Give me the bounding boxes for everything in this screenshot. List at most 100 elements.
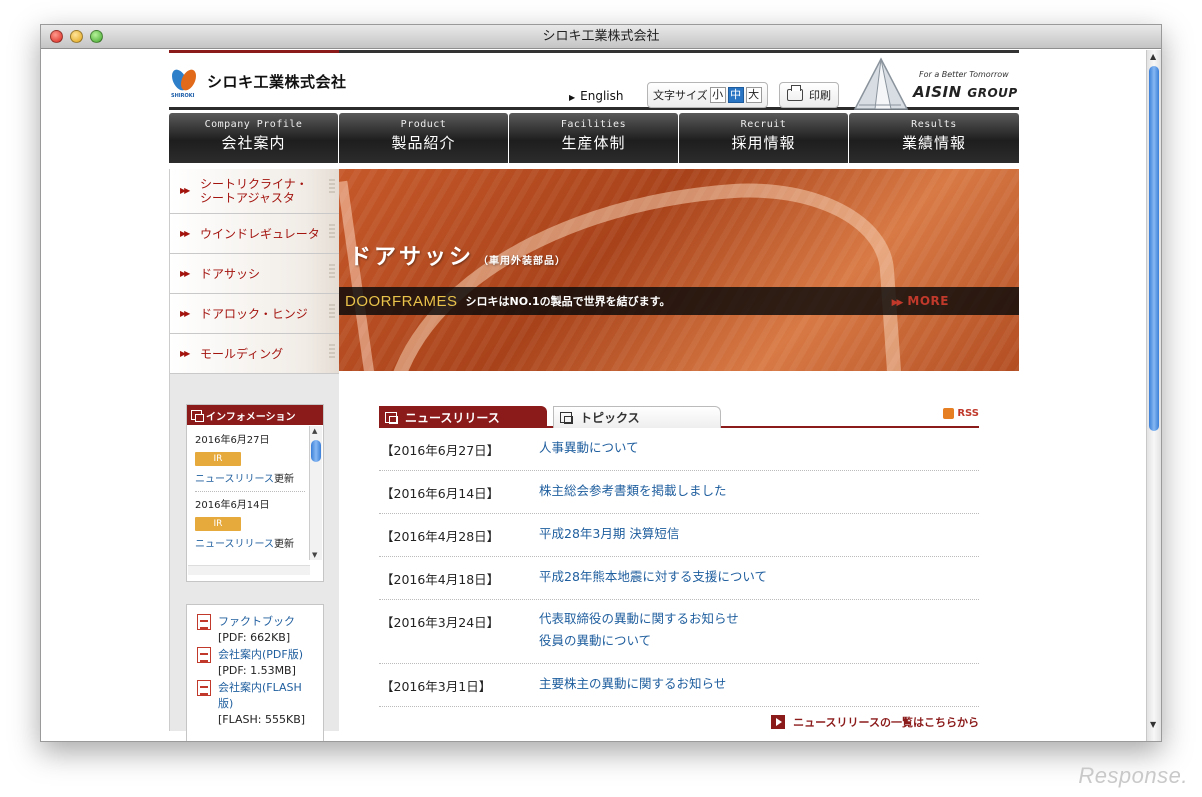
news-date: 【2016年3月1日】	[381, 679, 492, 694]
news-title-link[interactable]: 代表取締役の異動に関するお知らせ	[539, 611, 739, 626]
grip-icon	[329, 344, 335, 360]
nav-company-profile[interactable]: Company Profile 会社案内	[169, 113, 338, 163]
info-date: 2016年6月14日	[195, 500, 270, 511]
nav-recruit[interactable]: Recruit 採用情報	[679, 113, 848, 163]
font-size-small-button[interactable]: 小	[709, 87, 726, 103]
font-size-large-button[interactable]: 大	[745, 87, 762, 103]
double-chevron-icon: ▶▶	[180, 228, 190, 238]
zoom-window-button[interactable]	[90, 30, 103, 43]
product-menu-label: ドアロック・ヒンジ	[200, 306, 308, 321]
news-title-link[interactable]: 役員の異動について	[539, 633, 651, 648]
product-menu-label: シートリクライナ・ シートアジャスタ	[200, 177, 308, 205]
scroll-thumb[interactable]	[311, 440, 321, 462]
ir-badge: IR	[195, 452, 241, 466]
info-item-link[interactable]: ニュースリリース更新	[195, 535, 305, 556]
information-scrollbar[interactable]: ▲ ▼	[309, 426, 322, 560]
nav-facilities[interactable]: Facilities 生産体制	[509, 113, 678, 163]
news-title-link[interactable]: 平成28年3月期 決算短信	[539, 526, 679, 545]
news-row: 【2016年4月28日】 平成28年3月期 決算短信	[379, 514, 979, 557]
aisin-tagline: For a Better Tomorrow	[919, 70, 1009, 79]
nav-jp-label: 採用情報	[731, 134, 796, 152]
info-item-link[interactable]: ニュースリリース更新	[195, 470, 305, 492]
shiroki-logo[interactable]: SHIROKI シロキ工業株式会社	[168, 67, 347, 99]
nav-jp-label: 製品紹介	[391, 134, 456, 152]
news-date: 【2016年6月14日】	[381, 486, 500, 501]
browser-window: シロキ工業株式会社 SHIROKI シロキ工業株式会社 ▶ English 文字サ…	[40, 24, 1162, 742]
download-item[interactable]: 会社案内(PDF版) [PDF: 1.53MB]	[197, 646, 313, 677]
tab-topics[interactable]: トピックス	[553, 406, 721, 428]
news-date: 【2016年4月28日】	[381, 529, 500, 544]
nav-jp-label: 業績情報	[901, 134, 966, 152]
news-row: 【2016年6月27日】 人事異動について	[379, 428, 979, 471]
hero-tagline: シロキはNO.1の製品で世界を結びます。	[465, 295, 671, 308]
news-title-link[interactable]: 人事異動について	[539, 440, 639, 459]
scroll-down-icon[interactable]: ▼	[1150, 720, 1156, 729]
english-link[interactable]: ▶ English	[569, 89, 624, 103]
news-date: 【2016年3月24日】	[381, 615, 500, 630]
printer-icon	[787, 85, 803, 101]
download-size: [FLASH: 555KB]	[218, 713, 306, 726]
news-title-link[interactable]: 平成28年熊本地震に対する支援について	[539, 569, 767, 588]
news-list-link[interactable]: ニュースリリースの一覧はこちらから	[771, 714, 979, 730]
product-menu-item-molding[interactable]: ▶▶ モールディング	[170, 334, 339, 374]
title-bar: シロキ工業株式会社	[41, 25, 1161, 49]
scroll-up-icon[interactable]: ▲	[1150, 52, 1156, 61]
double-chevron-icon: ▶▶	[180, 186, 190, 195]
news-title-link[interactable]: 株主総会参考書類を掲載しました	[539, 483, 727, 502]
product-menu-item-door-sash[interactable]: ▶▶ ドアサッシ	[170, 254, 339, 294]
product-menu-item-seat[interactable]: ▶▶ シートリクライナ・ シートアジャスタ	[170, 169, 339, 214]
double-chevron-icon: ▶▶	[180, 348, 190, 358]
product-menu-item-window-regulator[interactable]: ▶▶ ウインドレギュレータ	[170, 214, 339, 254]
information-horizontal-scrollbar[interactable]	[188, 565, 310, 575]
information-list: 2016年6月27日 IR ニュースリリース更新 2016年6月14日 IR ニ…	[187, 425, 323, 556]
minimize-window-button[interactable]	[70, 30, 83, 43]
aisin-group-logo[interactable]: For a Better Tomorrow AISIN GROUP	[851, 57, 1019, 111]
download-label[interactable]: 会社案内(FLASH版)	[218, 679, 313, 711]
product-menu-label: モールディング	[200, 346, 284, 361]
nav-en-label: Product	[400, 119, 447, 130]
download-item[interactable]: 会社案内(FLASH版) [FLASH: 555KB]	[197, 679, 313, 726]
font-size-medium-button[interactable]: 中	[727, 87, 744, 103]
scroll-down-icon[interactable]: ▼	[312, 551, 317, 559]
download-item[interactable]: ファクトブック [PDF: 662KB]	[197, 613, 313, 644]
news-title-group: 代表取締役の異動に関するお知らせ 役員の異動について	[539, 608, 739, 652]
lower-section: インフォメーション 2016年6月27日 IR ニュースリリース更新 2016年…	[169, 371, 1019, 741]
windows-icon	[560, 412, 573, 424]
rss-icon	[943, 408, 955, 419]
download-size: [PDF: 662KB]	[218, 631, 291, 644]
nav-en-label: Recruit	[740, 119, 787, 130]
triangle-right-icon: ▶	[569, 93, 576, 102]
flash-icon	[197, 680, 211, 696]
information-box: インフォメーション 2016年6月27日 IR ニュースリリース更新 2016年…	[186, 404, 324, 582]
download-size: [PDF: 1.53MB]	[218, 664, 296, 677]
font-size-label: 文字サイズ	[653, 89, 708, 102]
download-label[interactable]: ファクトブック	[218, 613, 295, 629]
nav-product[interactable]: Product 製品紹介	[339, 113, 508, 163]
english-link-label: English	[580, 89, 624, 103]
page-content: SHIROKI シロキ工業株式会社 ▶ English 文字サイズ 小 中 大 印…	[168, 50, 1019, 741]
tab-news-release[interactable]: ニュースリリース	[379, 406, 547, 428]
news-title-link[interactable]: 主要株主の異動に関するお知らせ	[539, 676, 726, 695]
page-scrollbar[interactable]: ▲ ▼	[1146, 50, 1161, 741]
product-menu-item-door-lock[interactable]: ▶▶ ドアロック・ヒンジ	[170, 294, 339, 334]
news-section: ニュースリリース トピックス RSS 【2016年6月27日】 人事異動について…	[339, 371, 1019, 731]
font-size-selector: 文字サイズ 小 中 大	[647, 82, 768, 108]
ir-badge: IR	[195, 517, 241, 531]
download-label[interactable]: 会社案内(PDF版)	[218, 646, 303, 662]
news-date: 【2016年6月27日】	[381, 443, 500, 458]
nav-results[interactable]: Results 業績情報	[849, 113, 1019, 163]
news-row: 【2016年4月18日】 平成28年熊本地震に対する支援について	[379, 557, 979, 600]
print-button[interactable]: 印刷	[779, 82, 839, 108]
product-hero-banner[interactable]: ドアサッシ （車用外装部品） DOORFRAMES シロキはNO.1の製品で世界を…	[339, 169, 1019, 371]
rss-link[interactable]: RSS	[943, 408, 979, 419]
grip-icon	[329, 264, 335, 280]
windows-icon	[191, 410, 204, 422]
hero-caption-bar: DOORFRAMES シロキはNO.1の製品で世界を結びます。 ▶▶ MORE	[339, 287, 1019, 315]
play-arrow-icon	[771, 715, 786, 729]
windows-icon	[385, 411, 398, 424]
close-window-button[interactable]	[50, 30, 63, 43]
page-scroll-thumb[interactable]	[1149, 66, 1159, 431]
scroll-up-icon[interactable]: ▲	[312, 427, 317, 435]
hero-more-link[interactable]: ▶▶ MORE	[892, 294, 949, 308]
double-chevron-icon: ▶▶	[180, 308, 190, 318]
